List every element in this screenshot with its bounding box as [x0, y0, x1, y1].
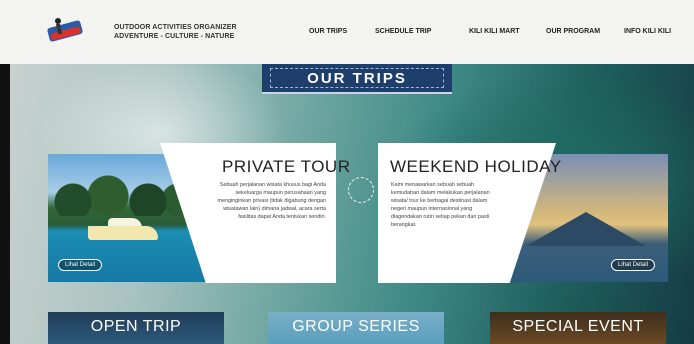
- open-trip-tile[interactable]: OPEN TRIP: [48, 312, 224, 344]
- special-event-label: SPECIAL EVENT: [512, 318, 644, 335]
- volcano-silhouette: [526, 212, 646, 246]
- private-tour-detail-button[interactable]: Lihat Detail: [58, 259, 103, 271]
- special-event-tile[interactable]: SPECIAL EVENT: [490, 312, 666, 344]
- kili-kili-logo-icon[interactable]: [44, 14, 86, 50]
- top-navigation-bar: OUTDOOR ACTIVITIES ORGANIZER ADVENTURE -…: [0, 0, 694, 64]
- nav-schedule-trip[interactable]: SCHEDULE TRIP: [375, 28, 431, 35]
- section-title-frame: OUR TRIPS: [270, 68, 444, 88]
- open-trip-label: OPEN TRIP: [90, 318, 182, 335]
- yacht: [88, 226, 158, 240]
- section-title-banner: OUR TRIPS: [262, 64, 452, 94]
- tagline-line-2: ADVENTURE - CULTURE - NATURE: [114, 33, 235, 40]
- group-series-label: GROUP SERIES: [292, 318, 420, 335]
- nav-our-trips[interactable]: OUR TRIPS: [309, 28, 347, 35]
- section-title: OUR TRIPS: [307, 69, 407, 87]
- weekend-holiday-title: WEEKEND HOLIDAY: [390, 157, 562, 176]
- private-tour-description: Sebuah perjalanan wisata khusus bagi And…: [217, 182, 327, 220]
- nav-info-kili-kili[interactable]: INFO KILI KILI: [624, 28, 671, 35]
- compass-divider-icon: [348, 177, 374, 203]
- group-series-tile[interactable]: GROUP SERIES: [268, 312, 444, 344]
- page-left-edge: [0, 64, 10, 344]
- private-tour-title: PRIVATE TOUR: [222, 157, 351, 176]
- weekend-holiday-description: Kami menawarkan sebuah sebuah kemudahan …: [391, 182, 490, 228]
- brand-tagline: OUTDOOR ACTIVITIES ORGANIZER ADVENTURE -…: [114, 23, 237, 41]
- weekend-holiday-detail-button[interactable]: Lihat Detail: [611, 259, 656, 271]
- nav-kili-kili-mart[interactable]: KILI KILI MART: [469, 28, 520, 35]
- nav-our-program[interactable]: OUR PROGRAM: [546, 28, 600, 35]
- tagline-line-1: OUTDOOR ACTIVITIES ORGANIZER: [114, 24, 237, 31]
